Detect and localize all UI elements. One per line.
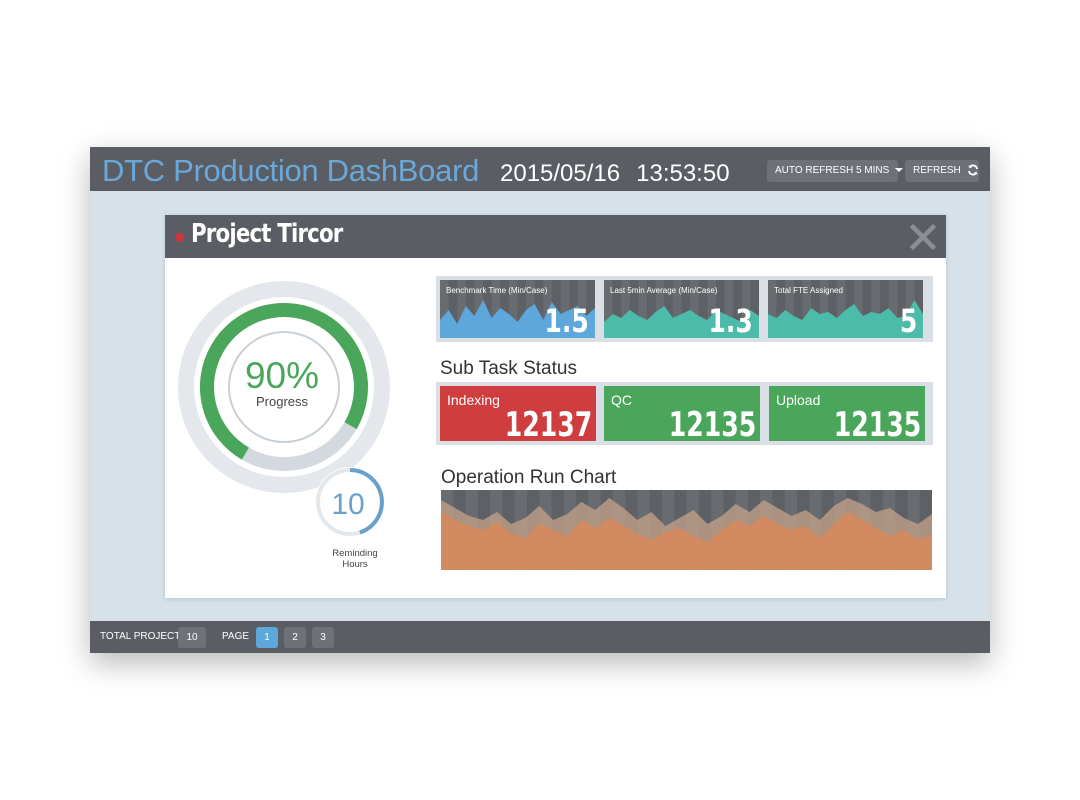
- progress-value: 90%: [244, 355, 320, 396]
- sub-task-upload: Upload 12135: [769, 386, 925, 445]
- metric-label: Total FTE Assigned: [774, 286, 843, 295]
- metric-label: Benchmark Time (Min/Case): [446, 286, 548, 295]
- sub-task-row: Indexing 12137 QC 12135 Upload 12135: [436, 382, 933, 445]
- metric-label: Last 5min Average (Min/Case): [610, 286, 718, 295]
- date-text: 2015/05/16: [500, 160, 621, 187]
- caret-down-icon: [895, 168, 904, 173]
- metric-value: 1.3: [708, 302, 753, 338]
- metric-value: 5: [899, 302, 917, 338]
- metric-total-fte: Total FTE Assigned 5: [768, 280, 923, 338]
- metric-benchmark-time: Benchmark Time (Min/Case) 1.5: [440, 280, 595, 338]
- sub-task-value: 12135: [668, 405, 756, 445]
- metrics-row: Benchmark Time (Min/Case) 1.5 Last 5min …: [436, 276, 933, 342]
- refresh-icon: [967, 165, 978, 176]
- sub-task-indexing: Indexing 12137: [440, 386, 596, 445]
- sub-task-value: 12135: [833, 405, 921, 445]
- sub-task-qc: QC 12135: [604, 386, 760, 445]
- total-project-count: 10: [178, 627, 206, 648]
- metric-value: 1.5: [544, 302, 589, 338]
- progress-label: Progress: [255, 394, 309, 409]
- project-panel: Project Tircor 90% Progress 10 Reminding…: [165, 215, 946, 598]
- app-title: DTC Production DashBoard: [102, 153, 480, 188]
- dashboard-frame: DTC Production DashBoard 2015/05/16 13:53…: [90, 147, 990, 653]
- time-text: 13:53:50: [636, 160, 730, 187]
- page-button-2[interactable]: 2: [284, 627, 306, 648]
- remaining-hours-value: 10: [331, 488, 365, 521]
- datetime-display: 2015/05/16 13:53:50: [500, 160, 730, 188]
- refresh-label: REFRESH: [913, 165, 961, 176]
- metric-last-5min-average: Last 5min Average (Min/Case) 1.3: [604, 280, 759, 338]
- sub-task-value: 12137: [504, 405, 592, 445]
- close-icon[interactable]: [909, 223, 937, 251]
- auto-refresh-label: AUTO REFRESH 5 MINS: [775, 165, 890, 176]
- remaining-hours-label: Reminding Hours: [320, 548, 390, 570]
- sub-task-label: Upload: [776, 392, 821, 408]
- auto-refresh-dropdown[interactable]: AUTO REFRESH 5 MINS: [767, 160, 904, 182]
- project-header: Project Tircor: [165, 215, 946, 258]
- sub-task-title: Sub Task Status: [440, 358, 577, 379]
- remaining-label-line1: Reminding: [332, 548, 378, 559]
- status-dot-icon: [175, 233, 184, 242]
- page-label: PAGE: [222, 631, 250, 642]
- top-bar: DTC Production DashBoard 2015/05/16 13:53…: [90, 147, 990, 191]
- sub-task-label: Indexing: [447, 392, 500, 408]
- page-button-1[interactable]: 1: [256, 627, 278, 648]
- remaining-label-line2: Hours: [342, 559, 368, 570]
- refresh-button[interactable]: REFRESH: [905, 160, 979, 182]
- project-title: Project Tircor: [191, 219, 343, 249]
- total-project-label: TOTAL PROJECT: [100, 631, 181, 642]
- operation-run-chart: [441, 490, 932, 570]
- run-chart-area: [441, 490, 932, 570]
- footer-bar: TOTAL PROJECT 10 PAGE 1 2 3: [90, 621, 990, 653]
- sub-task-label: QC: [611, 392, 632, 408]
- progress-readout: 90% Progress: [242, 355, 322, 410]
- page-button-3[interactable]: 3: [312, 627, 334, 648]
- run-chart-title: Operation Run Chart: [441, 467, 617, 488]
